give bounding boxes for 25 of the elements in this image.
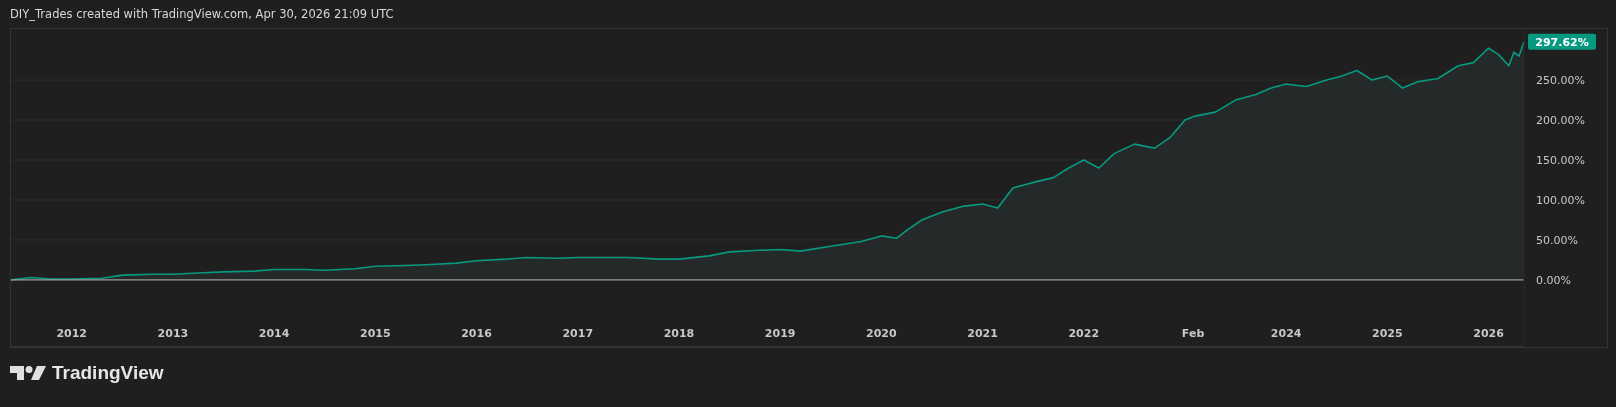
axis-label: 200.00% [1536, 114, 1585, 128]
axis-label: 2012 [56, 327, 88, 340]
axis-label: 2021 [967, 327, 998, 340]
value-badge: 297.62% [1528, 33, 1596, 50]
axis-label: 2022 [1068, 327, 1100, 340]
axis-label: 2026 [1473, 327, 1504, 340]
axis-label: 2017 [562, 327, 594, 340]
axis-label: 2016 [461, 327, 492, 340]
axis-label: 2013 [157, 327, 189, 340]
axis-label: 150.00% [1536, 154, 1585, 168]
chart-caption: DIY_Trades created with TradingView.com, Apr 30, 2026 21:09 UTC [10, 6, 395, 22]
axis-label: Feb [1181, 327, 1205, 340]
axis-label: 50.00% [1536, 233, 1578, 247]
brand-name: TradingView [52, 362, 164, 384]
axis-label: 0.00% [1536, 273, 1571, 287]
axis-label: 100.00% [1536, 194, 1585, 207]
logo-icon [10, 364, 46, 382]
axis-label: 2014 [258, 327, 290, 340]
axis-label: 250.00% [1536, 74, 1585, 88]
axis-label: 2024 [1270, 327, 1302, 340]
axis-label: 2019 [764, 327, 796, 340]
axis-label: 2025 [1372, 327, 1403, 340]
axis-label: 2015 [360, 327, 391, 340]
axis-label: 2018 [663, 327, 695, 340]
axis-label: 2020 [866, 327, 897, 340]
